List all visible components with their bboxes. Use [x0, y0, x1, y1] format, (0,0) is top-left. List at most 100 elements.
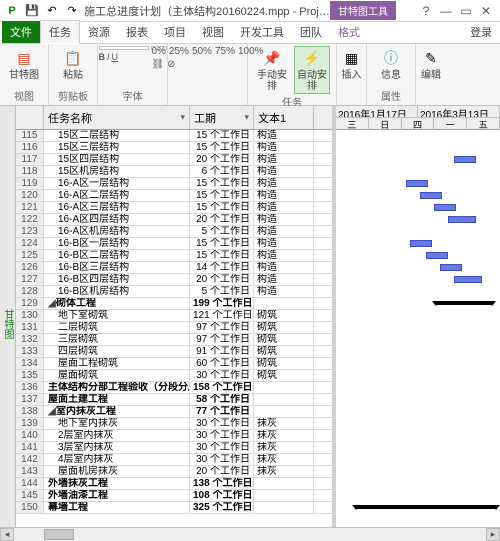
duration[interactable]: 30 个工作日 [190, 370, 254, 381]
task-name[interactable]: 16-B区一层结构 [44, 238, 190, 249]
task-name[interactable]: 16-A区三层结构 [44, 202, 190, 213]
table-row[interactable]: 132三层砌筑97 个工作日砌筑 [16, 334, 332, 346]
duration[interactable]: 97 个工作日 [190, 322, 254, 333]
duration[interactable]: 5 个工作日 [190, 286, 254, 297]
tab-resource[interactable]: 资源 [80, 21, 118, 43]
table-row[interactable]: 134屋面工程砌筑60 个工作日砌筑 [16, 358, 332, 370]
insert-button[interactable]: ▦插入 [334, 46, 370, 81]
table-row[interactable]: 135屋面砌筑30 个工作日砌筑 [16, 370, 332, 382]
task-name[interactable]: 16-A区机房结构 [44, 226, 190, 237]
text1[interactable]: 抹灰 [254, 418, 314, 429]
text1[interactable]: 构造 [254, 178, 314, 189]
task-name[interactable]: 屋面砌筑 [44, 370, 190, 381]
text1[interactable]: 构造 [254, 262, 314, 273]
tab-file[interactable]: 文件 [2, 21, 40, 43]
task-name[interactable]: 16-B区三层结构 [44, 262, 190, 273]
table-row[interactable]: 12416-B区一层结构15 个工作日构造 [16, 238, 332, 250]
table-row[interactable]: 12816-B区机房结构5 个工作日构造 [16, 286, 332, 298]
grid-body[interactable]: 11515区二层结构15 个工作日构造11615区三层结构15 个工作日构造11… [16, 130, 332, 541]
task-name[interactable]: ◢室内抹灰工程 [44, 406, 190, 417]
text1[interactable]: 抹灰 [254, 430, 314, 441]
table-row[interactable]: 11815区机房结构6 个工作日构造 [16, 166, 332, 178]
task-name[interactable]: 屋面机房抹灰 [44, 466, 190, 477]
table-row[interactable]: 144外墙抹灰工程138 个工作日 [16, 478, 332, 490]
table-row[interactable]: 12716-B区四层结构20 个工作日构造 [16, 274, 332, 286]
table-row[interactable]: 131二层砌筑97 个工作日砌筑 [16, 322, 332, 334]
gantt-bar[interactable] [448, 216, 476, 223]
info-button[interactable]: ⓘ信息 [373, 46, 409, 81]
side-tab[interactable]: 甘特图 [0, 106, 16, 541]
text1[interactable] [254, 490, 314, 501]
task-name[interactable]: 15区三层结构 [44, 142, 190, 153]
unlink-icon[interactable]: ⊘ [167, 59, 175, 70]
duration[interactable]: 91 个工作日 [190, 346, 254, 357]
duration[interactable]: 5 个工作日 [190, 226, 254, 237]
duration[interactable]: 97 个工作日 [190, 334, 254, 345]
duration[interactable]: 30 个工作日 [190, 442, 254, 453]
table-row[interactable]: 1413层室内抹灰30 个工作日抹灰 [16, 442, 332, 454]
table-row[interactable]: 1424层室内抹灰30 个工作日抹灰 [16, 454, 332, 466]
text1[interactable]: 砌筑 [254, 310, 314, 321]
undo-icon[interactable]: ↶ [44, 3, 60, 19]
task-name[interactable]: 外墙油漆工程 [44, 490, 190, 501]
text1[interactable]: 构造 [254, 166, 314, 177]
font-name[interactable] [99, 46, 149, 50]
duration[interactable]: 20 个工作日 [190, 274, 254, 285]
task-name[interactable]: 16-B区机房结构 [44, 286, 190, 297]
text1[interactable]: 构造 [254, 286, 314, 297]
text1[interactable]: 构造 [254, 154, 314, 165]
text1[interactable]: 构造 [254, 238, 314, 249]
login-button[interactable]: 登录 [464, 21, 498, 43]
table-row[interactable]: 139地下室内抹灰30 个工作日抹灰 [16, 418, 332, 430]
task-name[interactable]: 16-A区二层结构 [44, 190, 190, 201]
summary-bar[interactable] [436, 301, 492, 305]
task-name[interactable]: 屋面土建工程 [44, 394, 190, 405]
col-text1[interactable]: 文本1 [254, 106, 314, 129]
tab-report[interactable]: 报表 [118, 21, 156, 43]
table-row[interactable]: 12016-A区二层结构15 个工作日构造 [16, 190, 332, 202]
table-row[interactable]: 136主体结构分部工程验收（分段分层）158 个工作日 [16, 382, 332, 394]
duration[interactable]: 20 个工作日 [190, 214, 254, 225]
text1[interactable]: 抹灰 [254, 466, 314, 477]
duration[interactable]: 15 个工作日 [190, 202, 254, 213]
text1[interactable] [254, 394, 314, 405]
gantt-bar[interactable] [454, 156, 476, 163]
gantt-button[interactable]: ▤ 甘特图 [6, 46, 42, 81]
tab-team[interactable]: 团队 [292, 21, 330, 43]
task-name[interactable]: 2层室内抹灰 [44, 430, 190, 441]
duration[interactable]: 15 个工作日 [190, 178, 254, 189]
duration[interactable]: 15 个工作日 [190, 238, 254, 249]
edit-button[interactable]: ✎编辑 [413, 46, 449, 81]
table-row[interactable]: 137屋面土建工程58 个工作日 [16, 394, 332, 406]
text1[interactable]: 砌筑 [254, 346, 314, 357]
table-row[interactable]: 12116-A区三层结构15 个工作日构造 [16, 202, 332, 214]
table-row[interactable]: 138◢室内抹灰工程77 个工作日 [16, 406, 332, 418]
table-row[interactable]: 12216-A区四层结构20 个工作日构造 [16, 214, 332, 226]
duration[interactable]: 14 个工作日 [190, 262, 254, 273]
text1[interactable]: 砌筑 [254, 358, 314, 369]
task-name[interactable]: 16-A区四层结构 [44, 214, 190, 225]
duration[interactable]: 15 个工作日 [190, 142, 254, 153]
table-row[interactable]: 12516-B区二层结构15 个工作日构造 [16, 250, 332, 262]
gantt-bar[interactable] [406, 180, 428, 187]
text1[interactable]: 抹灰 [254, 454, 314, 465]
tab-view[interactable]: 视图 [194, 21, 232, 43]
col-duration[interactable]: 工期▾ [190, 106, 254, 129]
gantt-scrollbar[interactable]: ◂ ▸ [336, 527, 500, 541]
underline-button[interactable]: U [112, 52, 119, 62]
table-row[interactable]: 130地下室砌筑121 个工作日砌筑 [16, 310, 332, 322]
duration[interactable]: 15 个工作日 [190, 250, 254, 261]
summary-bar[interactable] [356, 505, 496, 509]
task-name[interactable]: 四层砌筑 [44, 346, 190, 357]
task-name[interactable]: 4层室内抹灰 [44, 454, 190, 465]
duration[interactable]: 20 个工作日 [190, 154, 254, 165]
save-icon[interactable]: 💾 [24, 3, 40, 19]
text1[interactable] [254, 298, 314, 309]
task-name[interactable]: 三层砌筑 [44, 334, 190, 345]
maximize-icon[interactable]: ▭ [456, 2, 476, 20]
table-row[interactable]: 11615区三层结构15 个工作日构造 [16, 142, 332, 154]
task-name[interactable]: 地下室砌筑 [44, 310, 190, 321]
text1[interactable]: 构造 [254, 214, 314, 225]
bold-button[interactable]: B [99, 52, 106, 62]
table-row[interactable]: 1402层室内抹灰30 个工作日抹灰 [16, 430, 332, 442]
